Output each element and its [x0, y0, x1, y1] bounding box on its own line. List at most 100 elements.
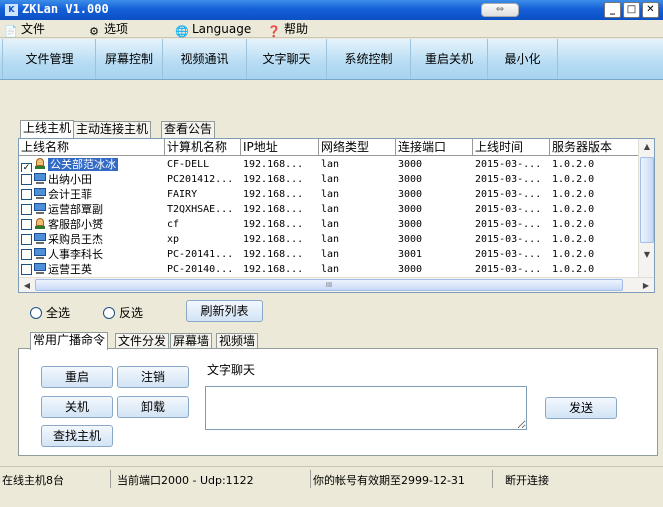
table-row[interactable]: 出纳小田 PC201412... 192.168... lan 3000 2015-03-…: [19, 172, 639, 187]
scroll-right-icon[interactable]: ▶: [638, 278, 654, 293]
toolbar-minimize-button[interactable]: 最小化: [488, 39, 558, 79]
host-name-cell[interactable]: 出纳小田: [19, 172, 165, 187]
table-row[interactable]: 人事李科长 PC-20141... 192.168... lan 3001 2015-03…: [19, 247, 639, 262]
host-name-cell[interactable]: 客服部小赟: [19, 217, 165, 232]
host-checkbox[interactable]: [21, 264, 32, 275]
logoff-button[interactable]: 注销: [117, 366, 189, 388]
hscroll-thumb[interactable]: III: [35, 279, 623, 291]
tab-active-connect[interactable]: 主动连接主机: [73, 121, 152, 138]
status-online-count: 在线主机8台: [2, 474, 64, 487]
toolbar-file-manage-button[interactable]: 文件管理: [4, 39, 96, 79]
vscroll-thumb[interactable]: [640, 157, 654, 243]
host-net-cell: lan: [321, 234, 340, 245]
host-name-label: 人事李科长: [48, 248, 103, 261]
close-button[interactable]: ✕: [642, 2, 659, 18]
table-row[interactable]: 客服部小赟 cf 192.168... lan 3000 2015-03-... 1.0.2…: [19, 217, 639, 232]
host-name-cell[interactable]: ✓ 公关部范冰冰: [19, 157, 165, 172]
table-row[interactable]: 运营部覃副 T2QXHSAE... 192.168... lan 3000 2015-03…: [19, 202, 639, 217]
host-time-cell: 2015-03-...: [475, 234, 542, 245]
column-computer-name[interactable]: 计算机名称: [165, 139, 241, 156]
table-row[interactable]: 采购员王杰 xp 192.168... lan 3000 2015-03-... 1.0.2…: [19, 232, 639, 247]
invert-select-label: 反选: [119, 306, 144, 320]
host-ip-cell: 192.168...: [243, 189, 304, 200]
host-net-cell: lan: [321, 264, 340, 275]
uninstall-button[interactable]: 卸载: [117, 396, 189, 418]
host-port-cell: 3000: [398, 219, 423, 230]
host-checkbox[interactable]: [21, 174, 32, 185]
status-divider: [310, 470, 311, 488]
shutdown-button[interactable]: 关机: [41, 396, 113, 418]
toolbar-video-button[interactable]: 视频通讯: [163, 39, 247, 79]
host-port-cell: 3000: [398, 159, 423, 170]
host-checkbox[interactable]: [21, 234, 32, 245]
menu-help[interactable]: ❓ 帮助: [267, 21, 308, 38]
chat-label: 文字聊天: [207, 363, 256, 377]
host-net-cell: lan: [321, 249, 340, 260]
host-list-vscrollbar[interactable]: ▲ ▼: [638, 139, 654, 278]
title-restore-icon[interactable]: ⇔: [481, 3, 519, 17]
column-ip[interactable]: IP地址: [241, 139, 319, 156]
toolbar-screen-control-button[interactable]: 屏幕控制: [96, 39, 163, 79]
host-net-cell: lan: [321, 159, 340, 170]
host-computer-cell: xp: [167, 234, 180, 245]
host-list[interactable]: 上线名称 计算机名称 IP地址 网络类型 连接端口 上线时间 服务器版本 ✓ 公关…: [18, 138, 655, 293]
tab-online-hosts[interactable]: 上线主机: [20, 120, 75, 138]
scroll-down-icon[interactable]: ▼: [639, 247, 655, 263]
host-ip-cell: 192.168...: [243, 204, 304, 215]
host-checkbox[interactable]: [21, 249, 32, 260]
menu-file[interactable]: 📄 文件: [4, 21, 45, 38]
menu-options[interactable]: ⚙ 选项: [87, 21, 128, 38]
minimize-button[interactable]: _: [604, 2, 621, 18]
table-row[interactable]: ✓ 公关部范冰冰 CF-DELL 192.168... lan 3000 2015-03-.…: [19, 157, 639, 172]
refresh-list-button[interactable]: 刷新列表: [186, 300, 263, 322]
host-name-cell[interactable]: 采购员王杰: [19, 232, 165, 247]
menu-language[interactable]: 🌐 Language: [175, 21, 251, 38]
host-checkbox[interactable]: [21, 204, 32, 215]
column-network-type[interactable]: 网络类型: [319, 139, 396, 156]
host-computer-cell: PC201412...: [167, 174, 234, 185]
disconnect-link[interactable]: 断开连接: [505, 472, 549, 488]
host-checkbox[interactable]: [21, 219, 32, 230]
host-ip-cell: 192.168...: [243, 219, 304, 230]
table-row[interactable]: 运营王英 PC-20140... 192.168... lan 3000 2015-03-…: [19, 262, 639, 277]
host-name-cell[interactable]: 运营部覃副: [19, 202, 165, 217]
file-icon: 📄: [4, 25, 18, 38]
tab-announcements[interactable]: 查看公告: [161, 121, 216, 138]
status-bar: 在线主机8台 当前端口2000 - Udp:1122 你的帐号有效期至2999-…: [0, 466, 663, 490]
chat-message-input[interactable]: [205, 386, 527, 430]
tab-broadcast-commands[interactable]: 常用广播命令: [30, 332, 109, 350]
host-ip-cell: 192.168...: [243, 234, 304, 245]
toolbar-grip: [0, 39, 3, 79]
invert-select-radio[interactable]: 反选: [103, 304, 143, 321]
host-name-label: 会计王菲: [48, 188, 92, 201]
find-host-button[interactable]: 查找主机: [41, 425, 113, 447]
column-online-time[interactable]: 上线时间: [473, 139, 550, 156]
column-port[interactable]: 连接端口: [396, 139, 473, 156]
computer-icon: [33, 203, 47, 215]
select-all-radio[interactable]: 全选: [30, 304, 70, 321]
host-list-hscrollbar[interactable]: ◀ III ▶: [19, 277, 654, 292]
toolbar-system-control-button[interactable]: 系统控制: [327, 39, 411, 79]
scroll-up-icon[interactable]: ▲: [639, 139, 655, 155]
menu-bar: 📄 文件 ⚙ 选项 🌐 Language ❓ 帮助: [0, 20, 663, 38]
toolbar-text-chat-button[interactable]: 文字聊天: [247, 39, 327, 79]
host-name-cell[interactable]: 人事李科长: [19, 247, 165, 262]
person-icon: [33, 218, 47, 230]
host-checkbox[interactable]: ✓: [21, 163, 32, 172]
restart-button[interactable]: 重启: [41, 366, 113, 388]
column-online-name[interactable]: 上线名称: [19, 139, 165, 156]
table-row[interactable]: 会计王菲 FAIRY 192.168... lan 3000 2015-03-... 1.0…: [19, 187, 639, 202]
host-checkbox[interactable]: [21, 189, 32, 200]
host-time-cell: 2015-03-...: [475, 174, 542, 185]
host-time-cell: 2015-03-...: [475, 219, 542, 230]
send-button[interactable]: 发送: [545, 397, 617, 419]
scroll-left-icon[interactable]: ◀: [19, 278, 35, 293]
toolbar-restart-shutdown-button[interactable]: 重启关机: [411, 39, 488, 79]
select-all-label: 全选: [46, 306, 71, 320]
host-port-cell: 3000: [398, 189, 423, 200]
column-server-version[interactable]: 服务器版本: [550, 139, 639, 156]
maximize-button[interactable]: □: [623, 2, 640, 18]
host-name-cell[interactable]: 运营王英: [19, 262, 165, 277]
host-name-cell[interactable]: 会计王菲: [19, 187, 165, 202]
status-divider: [492, 470, 493, 488]
